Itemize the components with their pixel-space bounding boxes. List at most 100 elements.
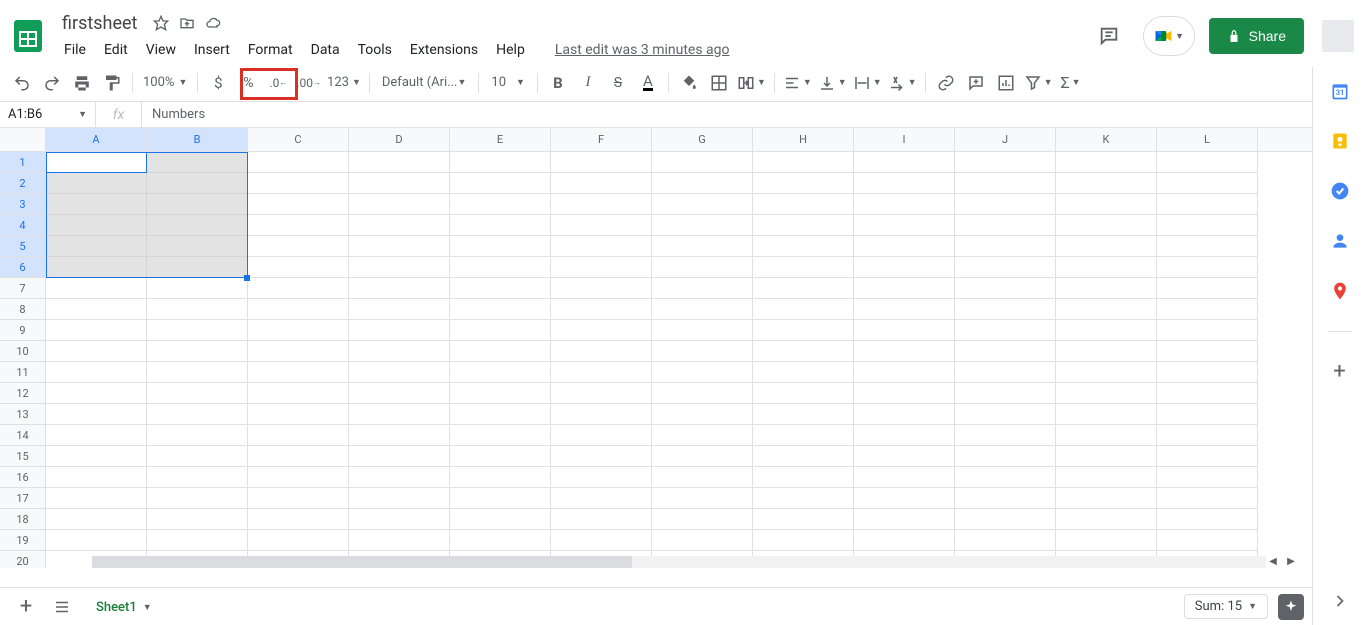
cell-K11[interactable] (1056, 362, 1157, 383)
column-header-D[interactable]: D (349, 128, 450, 151)
row-header-4[interactable]: 4 (0, 215, 46, 236)
cell-C3[interactable] (248, 194, 349, 215)
keep-icon[interactable] (1330, 131, 1350, 151)
cell-E6[interactable] (450, 257, 551, 278)
cell-L11[interactable] (1157, 362, 1258, 383)
cell-I11[interactable] (854, 362, 955, 383)
cell-K3[interactable] (1056, 194, 1157, 215)
cell-B12[interactable] (147, 383, 248, 404)
menu-file[interactable]: File (56, 38, 94, 62)
cell-A15[interactable] (46, 446, 147, 467)
font-select[interactable]: Default (Ari...▼ (376, 69, 473, 97)
zoom-select[interactable]: 100%▼ (139, 69, 191, 97)
cell-J7[interactable] (955, 278, 1056, 299)
cell-K6[interactable] (1056, 257, 1157, 278)
cell-J12[interactable] (955, 383, 1056, 404)
cell-G4[interactable] (652, 215, 753, 236)
hide-side-panel-icon[interactable] (1330, 591, 1350, 611)
cell-J1[interactable] (955, 152, 1056, 173)
spreadsheet-grid[interactable]: ABCDEFGHIJKL 123456789101112131415161718… (0, 128, 1354, 568)
cell-G16[interactable] (652, 467, 753, 488)
column-header-A[interactable]: A (46, 128, 147, 151)
cell-H6[interactable] (753, 257, 854, 278)
cell-G10[interactable] (652, 341, 753, 362)
cell-J5[interactable] (955, 236, 1056, 257)
explore-button[interactable] (1278, 594, 1304, 620)
cell-E4[interactable] (450, 215, 551, 236)
comment-history-icon[interactable] (1089, 16, 1129, 56)
cell-G5[interactable] (652, 236, 753, 257)
bold-button[interactable]: B (544, 69, 572, 97)
cell-G7[interactable] (652, 278, 753, 299)
cell-C9[interactable] (248, 320, 349, 341)
paint-format-button[interactable] (98, 69, 126, 97)
cell-E18[interactable] (450, 509, 551, 530)
row-header-19[interactable]: 19 (0, 530, 46, 551)
cell-L6[interactable] (1157, 257, 1258, 278)
cell-K10[interactable] (1056, 341, 1157, 362)
scroll-left-icon[interactable]: ◀ (1264, 554, 1282, 568)
row-header-14[interactable]: 14 (0, 425, 46, 446)
cell-H11[interactable] (753, 362, 854, 383)
cell-I17[interactable] (854, 488, 955, 509)
cell-A18[interactable] (46, 509, 147, 530)
cell-J14[interactable] (955, 425, 1056, 446)
cell-F11[interactable] (551, 362, 652, 383)
cell-A12[interactable] (46, 383, 147, 404)
cell-G15[interactable] (652, 446, 753, 467)
percent-button[interactable]: % (234, 69, 262, 97)
cell-B16[interactable] (147, 467, 248, 488)
cell-C10[interactable] (248, 341, 349, 362)
cell-I19[interactable] (854, 530, 955, 551)
cell-K15[interactable] (1056, 446, 1157, 467)
row-header-13[interactable]: 13 (0, 404, 46, 425)
cell-F7[interactable] (551, 278, 652, 299)
row-header-2[interactable]: 2 (0, 173, 46, 194)
cell-K18[interactable] (1056, 509, 1157, 530)
cell-B11[interactable] (147, 362, 248, 383)
cell-B15[interactable] (147, 446, 248, 467)
cell-F6[interactable] (551, 257, 652, 278)
cell-G8[interactable] (652, 299, 753, 320)
document-title[interactable]: firstsheet (56, 11, 143, 36)
cell-I3[interactable] (854, 194, 955, 215)
menu-extensions[interactable]: Extensions (402, 38, 486, 62)
cell-D16[interactable] (349, 467, 450, 488)
filter-button[interactable]: ▼ (1022, 69, 1055, 97)
cell-I15[interactable] (854, 446, 955, 467)
cell-G18[interactable] (652, 509, 753, 530)
cell-I4[interactable] (854, 215, 955, 236)
cell-K19[interactable] (1056, 530, 1157, 551)
cell-K2[interactable] (1056, 173, 1157, 194)
cell-D11[interactable] (349, 362, 450, 383)
print-button[interactable] (68, 69, 96, 97)
cell-H7[interactable] (753, 278, 854, 299)
cell-E3[interactable] (450, 194, 551, 215)
cell-E11[interactable] (450, 362, 551, 383)
cell-C16[interactable] (248, 467, 349, 488)
cell-I18[interactable] (854, 509, 955, 530)
cell-C6[interactable] (248, 257, 349, 278)
cell-J9[interactable] (955, 320, 1056, 341)
cell-J13[interactable] (955, 404, 1056, 425)
merge-cells-button[interactable]: ▼ (735, 69, 768, 97)
cell-K4[interactable] (1056, 215, 1157, 236)
row-header-11[interactable]: 11 (0, 362, 46, 383)
cell-I8[interactable] (854, 299, 955, 320)
cell-K1[interactable] (1056, 152, 1157, 173)
row-header-16[interactable]: 16 (0, 467, 46, 488)
sheets-logo-icon[interactable] (8, 16, 48, 56)
cell-L19[interactable] (1157, 530, 1258, 551)
cell-G14[interactable] (652, 425, 753, 446)
cell-L13[interactable] (1157, 404, 1258, 425)
menu-edit[interactable]: Edit (96, 38, 136, 62)
cell-C2[interactable] (248, 173, 349, 194)
cell-L17[interactable] (1157, 488, 1258, 509)
cell-B10[interactable] (147, 341, 248, 362)
cell-C8[interactable] (248, 299, 349, 320)
cell-F15[interactable] (551, 446, 652, 467)
insert-comment-button[interactable] (962, 69, 990, 97)
cell-F17[interactable] (551, 488, 652, 509)
contacts-icon[interactable] (1330, 231, 1350, 251)
cell-L12[interactable] (1157, 383, 1258, 404)
